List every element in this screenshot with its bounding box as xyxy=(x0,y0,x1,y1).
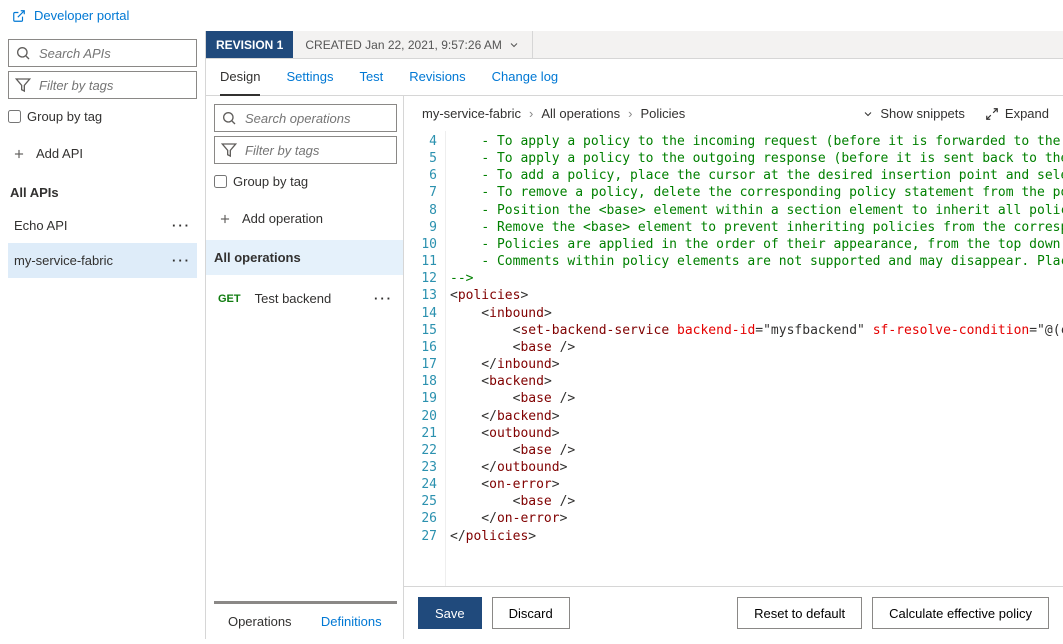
add-operation-label: Add operation xyxy=(242,211,323,226)
line-gutter: 4567891011121314151617181920212223242526… xyxy=(404,131,446,586)
crumb-page: Policies xyxy=(640,106,685,121)
search-operations-field[interactable] xyxy=(214,104,397,132)
operation-name: Test backend xyxy=(255,291,332,306)
add-api-button[interactable]: Add API xyxy=(8,140,197,167)
tab-revisions[interactable]: Revisions xyxy=(409,59,465,95)
tab-change-log[interactable]: Change log xyxy=(492,59,559,95)
filter-icon xyxy=(15,77,31,93)
all-apis-heading: All APIs xyxy=(10,185,197,200)
revision-created-dropdown[interactable]: CREATED Jan 22, 2021, 9:57:26 AM xyxy=(293,31,533,58)
revision-badge[interactable]: REVISION 1 xyxy=(206,31,293,58)
more-icon[interactable]: ··· xyxy=(172,253,191,268)
add-operation-button[interactable]: Add operation xyxy=(214,205,397,232)
search-icon xyxy=(15,45,31,61)
search-icon xyxy=(221,110,237,126)
filter-operations-field[interactable] xyxy=(214,136,397,164)
operation-item[interactable]: GET Test backend ··· xyxy=(214,283,397,314)
reset-to-default-button[interactable]: Reset to default xyxy=(737,597,862,629)
filter-operations-input[interactable] xyxy=(243,142,396,159)
bottom-tab-definitions[interactable]: Definitions xyxy=(306,604,398,639)
api-item-my-service-fabric[interactable]: my-service-fabric ··· xyxy=(8,243,197,278)
group-by-tag-label: Group by tag xyxy=(27,109,102,124)
policy-editor[interactable]: 4567891011121314151617181920212223242526… xyxy=(404,131,1063,586)
show-snippets-button[interactable]: Show snippets xyxy=(862,106,965,121)
more-icon[interactable]: ··· xyxy=(172,218,191,233)
group-ops-by-tag-checkbox[interactable]: Group by tag xyxy=(214,174,397,189)
show-snippets-label: Show snippets xyxy=(880,106,965,121)
calculate-effective-policy-button[interactable]: Calculate effective policy xyxy=(872,597,1049,629)
expand-label: Expand xyxy=(1005,106,1049,121)
api-sidebar: Group by tag Add API All APIs Echo API ·… xyxy=(0,31,206,639)
http-verb-badge: GET xyxy=(218,293,241,305)
save-button[interactable]: Save xyxy=(418,597,482,629)
tab-design[interactable]: Design xyxy=(220,59,260,96)
group-ops-by-tag-label: Group by tag xyxy=(233,174,308,189)
plus-icon xyxy=(12,147,26,161)
tab-test[interactable]: Test xyxy=(359,59,383,95)
filter-tags-input[interactable] xyxy=(37,77,196,94)
revision-bar: REVISION 1 CREATED Jan 22, 2021, 9:57:26… xyxy=(206,31,1063,59)
discard-button[interactable]: Discard xyxy=(492,597,570,629)
chevron-down-icon xyxy=(862,108,874,120)
more-icon[interactable]: ··· xyxy=(374,291,393,306)
chevron-down-icon xyxy=(508,39,520,51)
breadcrumb: my-service-fabric› All operations› Polic… xyxy=(422,106,685,121)
developer-portal-label: Developer portal xyxy=(34,8,129,23)
plus-icon xyxy=(218,212,232,226)
expand-button[interactable]: Expand xyxy=(985,106,1049,121)
all-operations-item[interactable]: All operations xyxy=(206,240,403,275)
filter-icon xyxy=(221,142,237,158)
api-tabs: Design Settings Test Revisions Change lo… xyxy=(206,59,1063,96)
expand-icon xyxy=(985,107,999,121)
group-by-tag-checkbox[interactable]: Group by tag xyxy=(8,109,197,124)
api-item-echo[interactable]: Echo API ··· xyxy=(8,208,197,243)
operations-bottom-tabs: Operations Definitions xyxy=(214,601,397,639)
search-apis-field[interactable] xyxy=(8,39,197,67)
search-apis-input[interactable] xyxy=(37,45,196,62)
bottom-tab-operations[interactable]: Operations xyxy=(214,604,306,639)
code-area[interactable]: - To apply a policy to the incoming requ… xyxy=(446,131,1063,586)
group-ops-by-tag-box[interactable] xyxy=(214,175,227,188)
crumb-api[interactable]: my-service-fabric xyxy=(422,106,521,121)
crumb-ops[interactable]: All operations xyxy=(541,106,620,121)
operations-sidebar: Group by tag Add operation All operation… xyxy=(206,96,404,639)
api-item-label: Echo API xyxy=(14,218,67,233)
external-link-icon xyxy=(12,9,26,23)
developer-portal-link[interactable]: Developer portal xyxy=(0,0,1063,31)
add-api-label: Add API xyxy=(36,146,83,161)
revision-created-label: CREATED Jan 22, 2021, 9:57:26 AM xyxy=(305,38,502,52)
tab-settings[interactable]: Settings xyxy=(286,59,333,95)
group-by-tag-box[interactable] xyxy=(8,110,21,123)
editor-footer: Save Discard Reset to default Calculate … xyxy=(404,586,1063,639)
api-item-label: my-service-fabric xyxy=(14,253,113,268)
filter-tags-field[interactable] xyxy=(8,71,197,99)
search-operations-input[interactable] xyxy=(243,110,396,127)
